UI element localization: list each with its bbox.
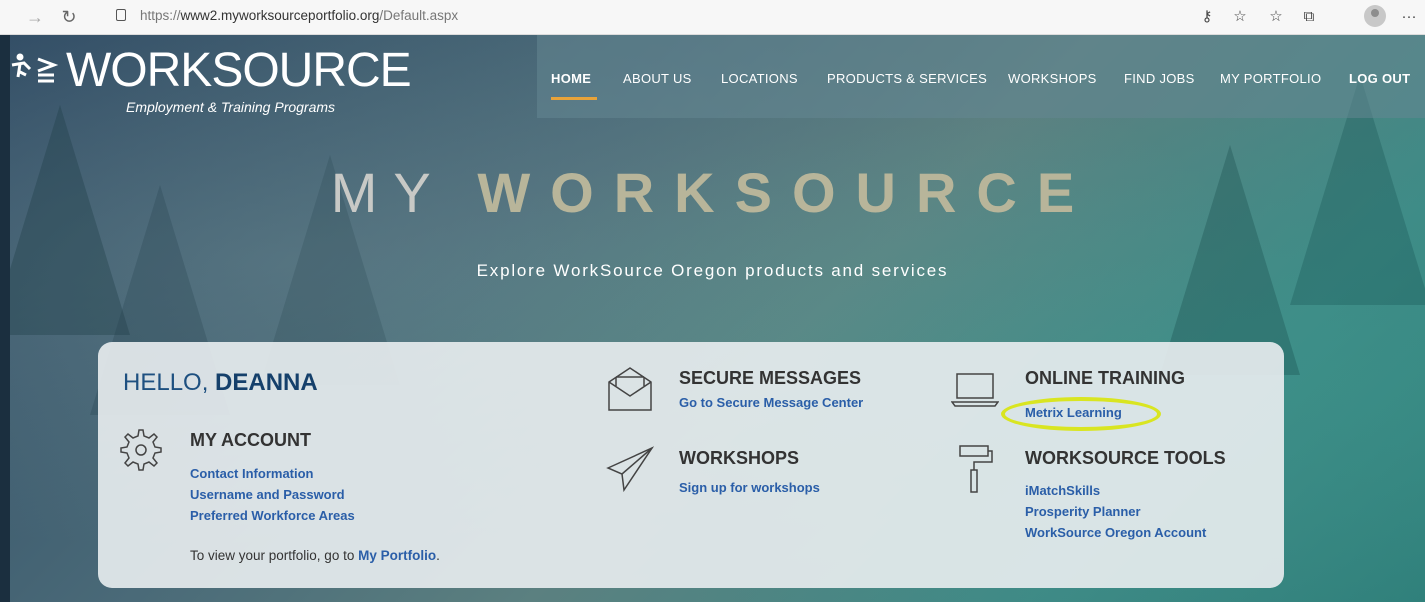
worksource-tools-title: WORKSOURCE TOOLS	[1025, 448, 1226, 468]
hero-title-bold: WORKSOURCE	[477, 161, 1095, 224]
lock-icon[interactable]	[116, 9, 126, 21]
browser-toolbar: → ↻ https://www2.myworksourceportfolio.o…	[0, 0, 1425, 35]
collections-icon[interactable]: ⧉	[1298, 6, 1320, 28]
preferred-workforce-areas-link[interactable]: Preferred Workforce Areas	[190, 508, 355, 523]
user-name: DEANNA	[215, 369, 318, 396]
sign-up-workshops-link[interactable]: Sign up for workshops	[679, 480, 820, 495]
highlight-annotation	[1001, 397, 1161, 431]
logo-text: WORKSOURCE	[66, 44, 412, 97]
page-background: WORKSOURCE Employment & Training Program…	[0, 35, 1425, 602]
worksource-oregon-account-link[interactable]: WorkSource Oregon Account	[1025, 525, 1206, 540]
greeting: HELLO, DEANNA	[123, 369, 318, 396]
secure-message-center-link[interactable]: Go to Secure Message Center	[679, 395, 863, 410]
paper-plane-icon	[606, 446, 654, 492]
nav-my-portfolio[interactable]: MY PORTFOLIO	[1220, 71, 1321, 86]
my-portfolio-link[interactable]: My Portfolio	[358, 548, 436, 563]
gear-icon	[120, 429, 162, 471]
main-nav: HOME ABOUT US LOCATIONS PRODUCTS & SERVI…	[537, 35, 1425, 118]
hero-subtitle: Explore WorkSource Oregon products and s…	[476, 261, 949, 280]
portfolio-note: To view your portfolio, go to My Portfol…	[190, 548, 440, 563]
profile-avatar[interactable]	[1364, 5, 1386, 27]
imatchskills-link[interactable]: iMatchSkills	[1025, 483, 1100, 498]
refresh-icon[interactable]: ↻	[58, 6, 80, 28]
nav-find-jobs[interactable]: FIND JOBS	[1124, 71, 1195, 86]
envelope-icon	[608, 367, 652, 411]
key-icon[interactable]: ⚷	[1196, 6, 1218, 28]
my-account-title: MY ACCOUNT	[190, 430, 311, 450]
hero-title: MY WORKSOURCE	[0, 160, 1425, 225]
paint-roller-icon	[959, 445, 993, 493]
username-password-link[interactable]: Username and Password	[190, 487, 345, 502]
hero-title-light: MY	[330, 161, 478, 224]
laptop-icon	[951, 373, 999, 407]
prosperity-planner-link[interactable]: Prosperity Planner	[1025, 504, 1141, 519]
nav-about-us[interactable]: ABOUT US	[623, 71, 692, 86]
secure-messages-title: SECURE MESSAGES	[679, 368, 862, 388]
contact-information-link[interactable]: Contact Information	[190, 466, 314, 481]
nav-home[interactable]: HOME	[551, 71, 591, 86]
more-icon[interactable]: ···	[1398, 6, 1420, 28]
online-training-title: ONLINE TRAINING	[1025, 368, 1185, 388]
favorites-icon[interactable]: ☆	[1265, 6, 1287, 28]
forward-icon[interactable]: →	[24, 6, 46, 28]
add-favorite-icon[interactable]: ☆	[1229, 6, 1251, 28]
nav-active-indicator	[551, 97, 597, 100]
worksource-mark-icon	[11, 53, 59, 83]
page-edge	[0, 35, 10, 602]
workshops-title: WORKSHOPS	[679, 448, 800, 468]
nav-locations[interactable]: LOCATIONS	[721, 71, 798, 86]
dashboard-card: HELLO, DEANNA MY ACCOUNT Contact Informa…	[98, 342, 1284, 588]
address-bar[interactable]: https://www2.myworksourceportfolio.org/D…	[140, 8, 458, 23]
logo-subtitle: Employment & Training Programs	[126, 99, 336, 115]
nav-products-services[interactable]: PRODUCTS & SERVICES	[827, 71, 987, 86]
nav-log-out[interactable]: LOG OUT	[1349, 71, 1410, 86]
nav-workshops[interactable]: WORKSHOPS	[1008, 71, 1097, 86]
